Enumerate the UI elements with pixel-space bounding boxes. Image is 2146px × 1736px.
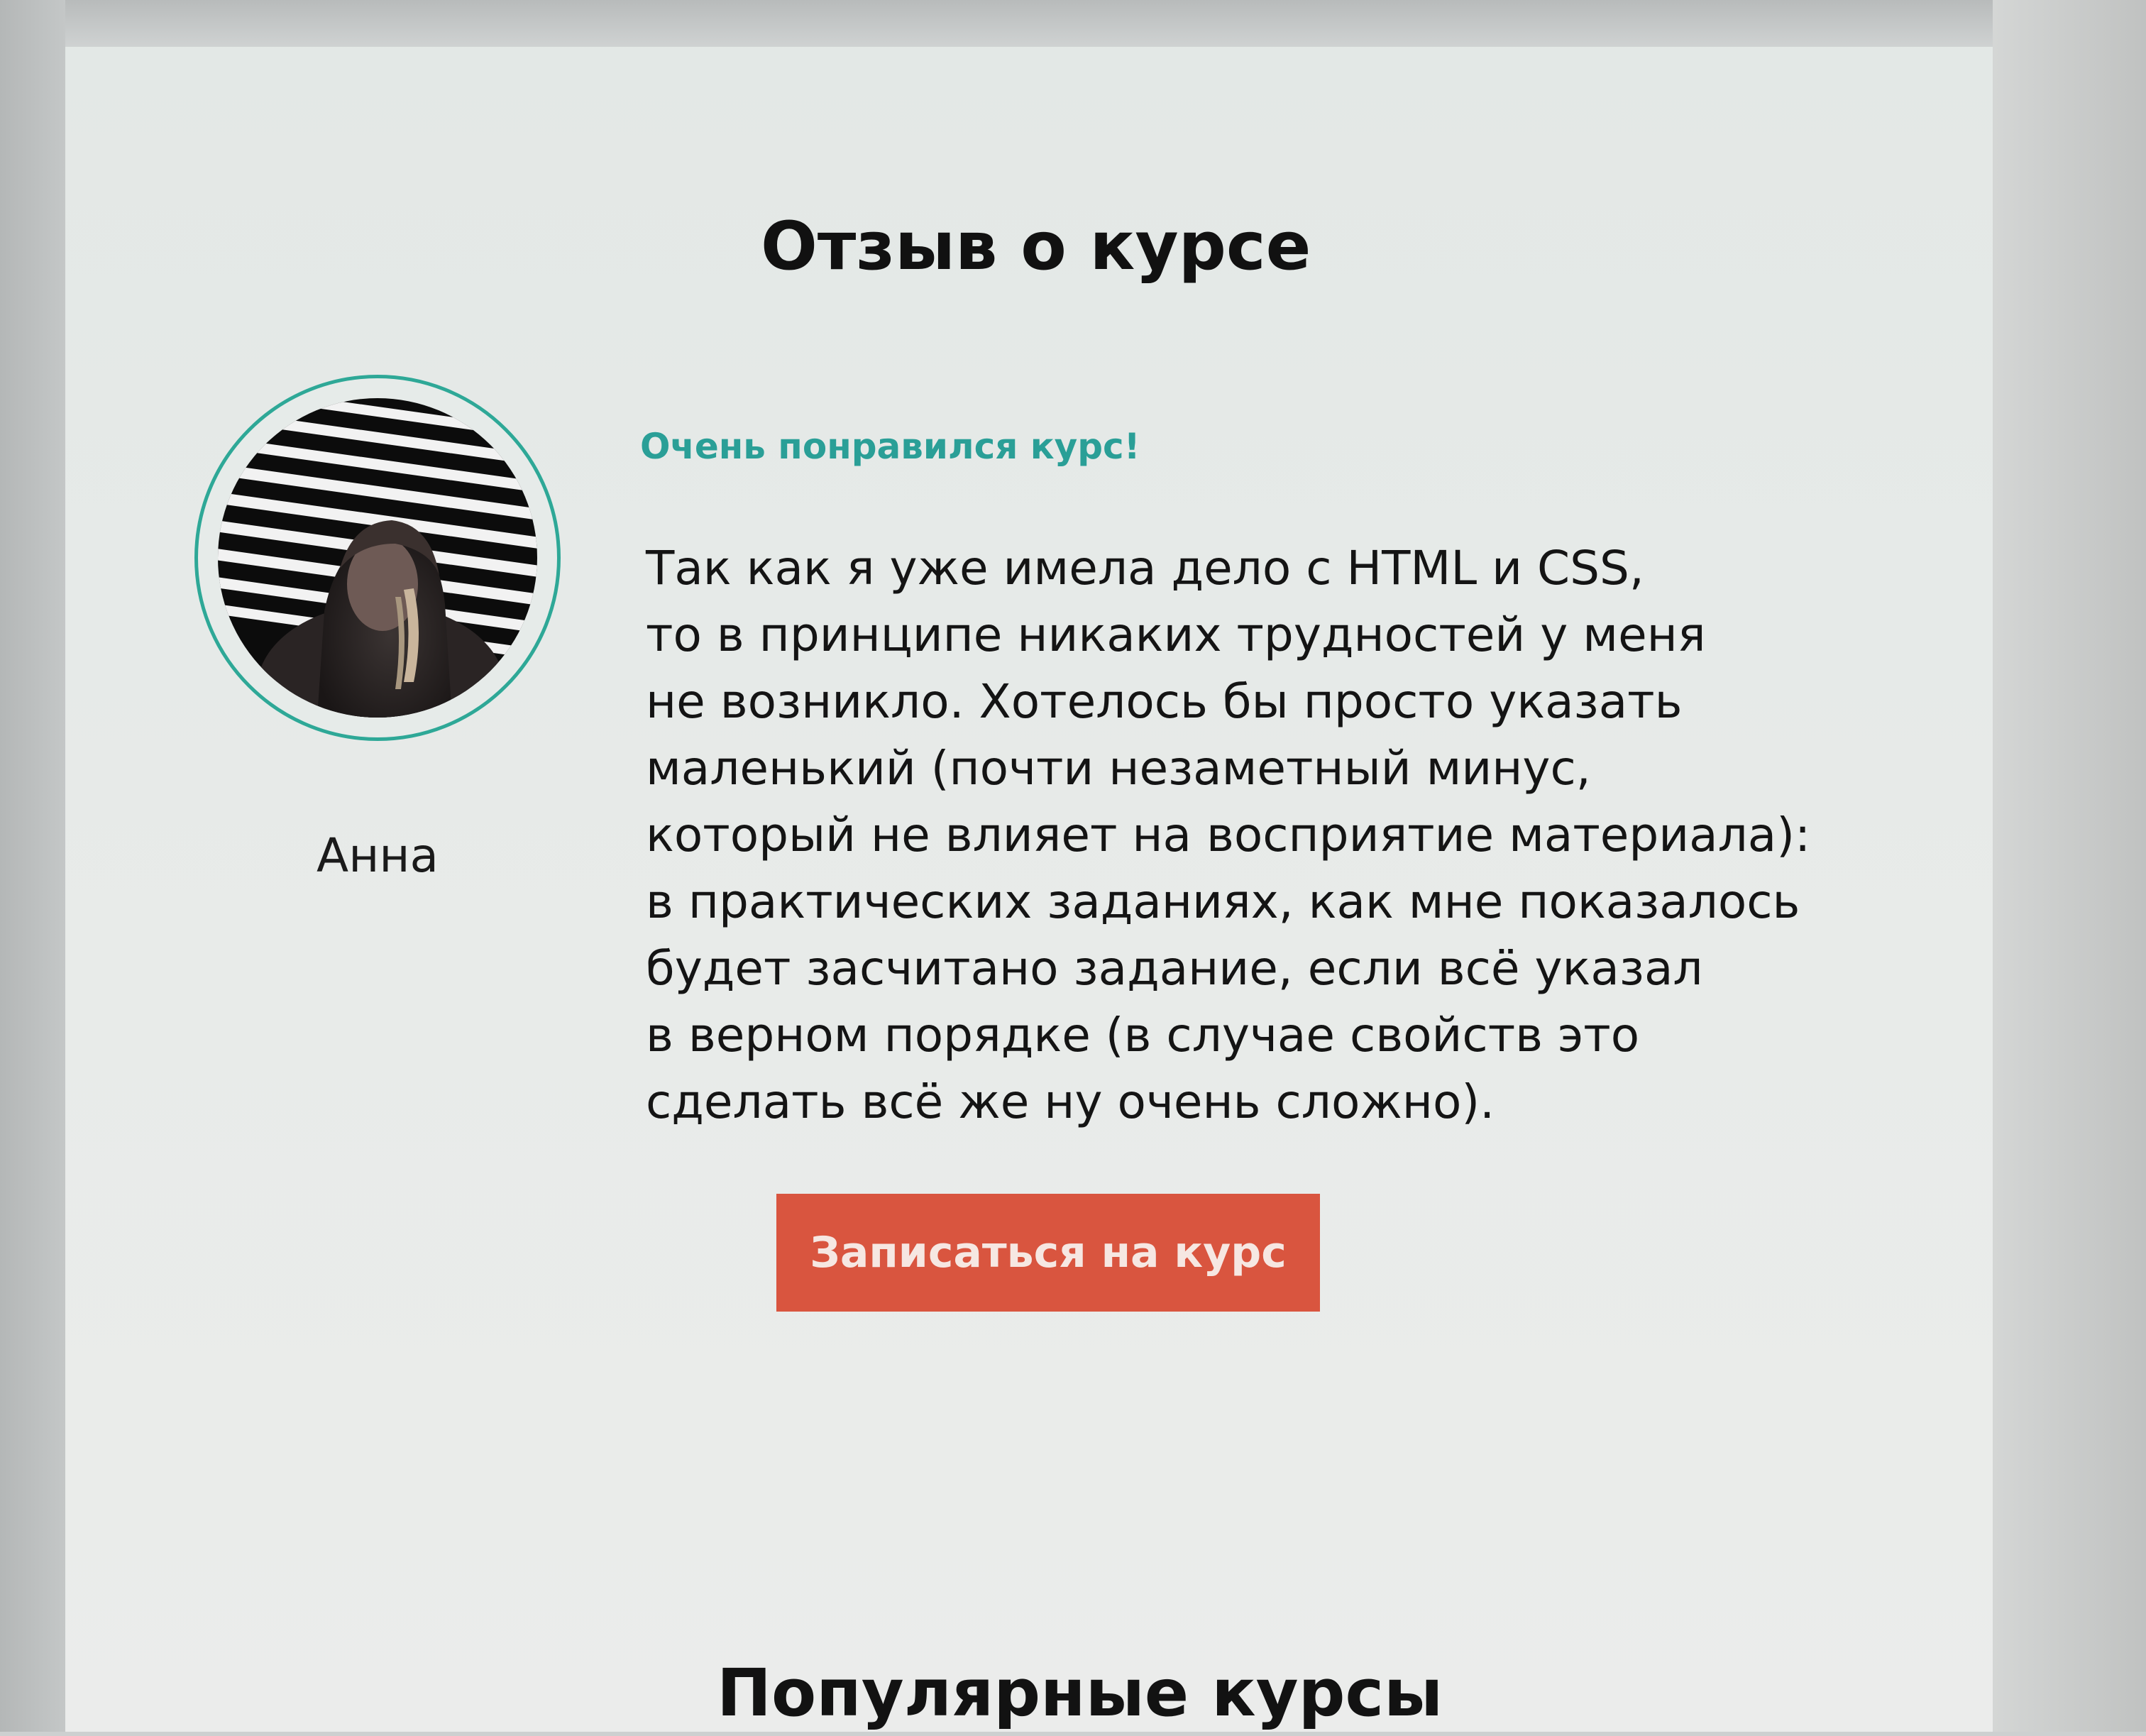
popular-courses-title: Популярные курсы — [717, 1655, 1443, 1731]
review-line: не возникло. Хотелось бы просто указать — [646, 674, 1683, 729]
monitor-bezel-top — [0, 0, 2146, 47]
monitor-bezel-left — [0, 0, 65, 1732]
review-headline: Очень понравился курс! — [640, 426, 1140, 467]
review-line: сделать всё же ну очень сложно). — [646, 1075, 1495, 1129]
review-line: то в принципе никаких трудностей у меня — [646, 608, 1706, 662]
monitor-bezel-right — [1993, 0, 2146, 1732]
review-section-title: Отзыв о курсе — [761, 208, 1311, 285]
review-line: в практических заданиях, как мне показал… — [646, 874, 1800, 929]
avatar-photo — [218, 398, 537, 718]
review-line: Так как я уже имела дело с HTML и CSS, — [646, 541, 1644, 595]
review-line: который не влияет на восприятие материал… — [646, 808, 1811, 862]
review-line: маленький (почти незаметный минус, — [646, 741, 1591, 796]
author-avatar — [194, 375, 561, 741]
review-line: будет засчитано задание, если всё указал — [646, 941, 1703, 996]
enroll-course-button[interactable]: Записаться на курс — [776, 1194, 1320, 1312]
review-body: Так как я уже имела дело с HTML и CSS, т… — [646, 535, 1994, 1136]
page-content: Отзыв о курсе Анна Очень понравился курс… — [65, 47, 1993, 1732]
author-name: Анна — [317, 828, 439, 883]
review-line: в верном порядке (в случае свойств это — [646, 1008, 1640, 1062]
